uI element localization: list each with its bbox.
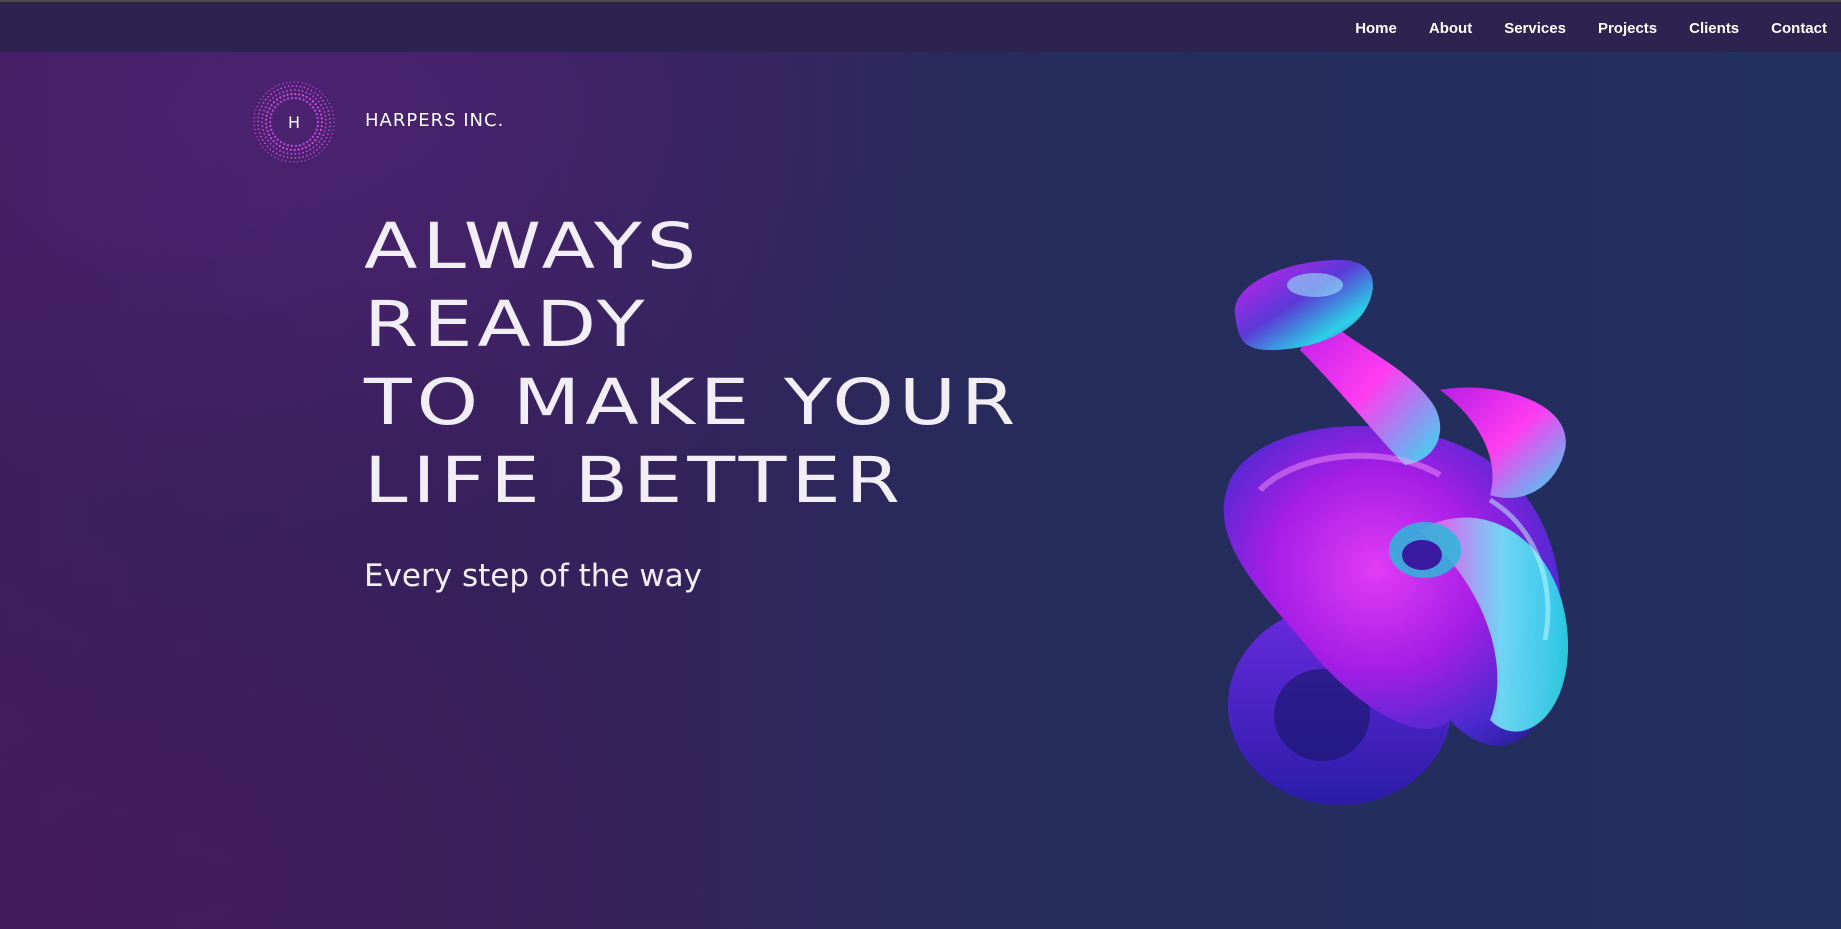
iridescent-blob-illustration bbox=[1190, 250, 1590, 820]
headline-line: LIFE BETTER bbox=[364, 444, 905, 517]
main-nav: Home About Services Projects Clients Con… bbox=[1355, 2, 1827, 54]
headline-line: TO MAKE YOUR bbox=[364, 366, 1021, 439]
headline-line: READY bbox=[364, 288, 650, 361]
blob-graphic bbox=[1223, 260, 1569, 805]
logo-letter: H bbox=[287, 112, 301, 132]
dotted-ring-logo-icon[interactable]: H bbox=[252, 80, 336, 164]
nav-link-services[interactable]: Services bbox=[1504, 20, 1566, 37]
nav-link-home[interactable]: Home bbox=[1355, 20, 1397, 37]
headline-line: ALWAYS bbox=[364, 210, 702, 283]
blob-highlight bbox=[1287, 273, 1343, 297]
blob-inner-shadow bbox=[1402, 540, 1442, 570]
nav-link-contact[interactable]: Contact bbox=[1771, 20, 1827, 37]
nav-link-about[interactable]: About bbox=[1429, 20, 1472, 37]
nav-link-projects[interactable]: Projects bbox=[1598, 20, 1657, 37]
hero-subtitle: Every step of the way bbox=[364, 558, 703, 594]
nav-link-clients[interactable]: Clients bbox=[1689, 20, 1739, 37]
brand-name[interactable]: HARPERS INC. bbox=[365, 110, 504, 131]
hero-page: Home About Services Projects Clients Con… bbox=[0, 0, 1841, 929]
top-navigation-bar: Home About Services Projects Clients Con… bbox=[0, 0, 1841, 52]
blob-top-head bbox=[1234, 260, 1373, 350]
hero-headline: ALWAYS READY TO MAKE YOUR LIFE BETTER bbox=[364, 208, 1020, 520]
